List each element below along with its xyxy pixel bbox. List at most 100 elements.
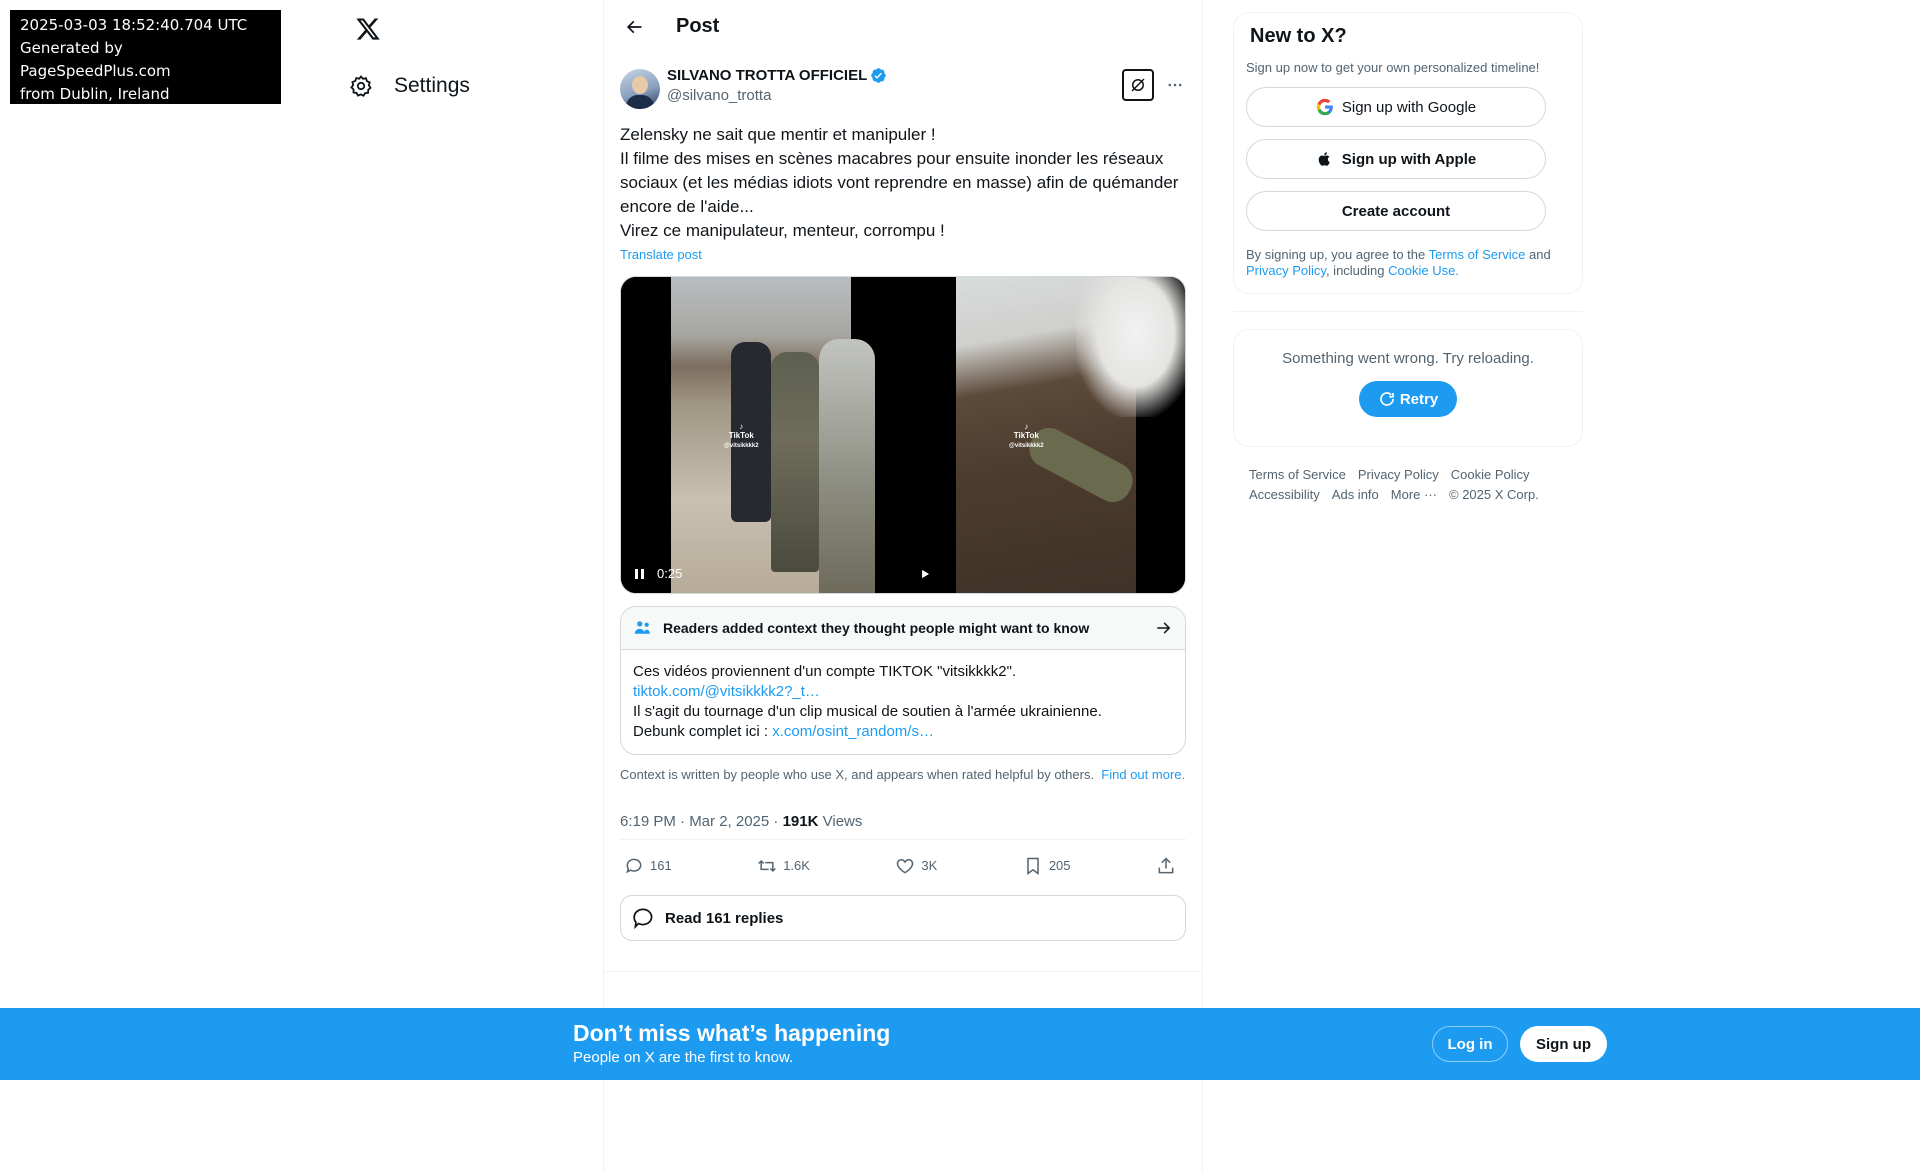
stamp-location: from Dublin, Ireland <box>20 85 170 103</box>
like-button[interactable]: 3K <box>895 856 937 876</box>
tiktok-handle: @vitsikkkk2 <box>724 443 759 449</box>
video-player-1[interactable]: ♪ TikTok @vitsikkkk2 0:25 <box>621 277 902 593</box>
google-icon <box>1316 98 1334 116</box>
context-text: Context is written by people who use X, … <box>620 767 1095 782</box>
bookmark-count: 205 <box>1048 858 1071 873</box>
arrow-right-icon[interactable] <box>1155 619 1173 637</box>
signup-button[interactable]: Sign up <box>1520 1026 1607 1062</box>
bookmark-icon <box>1023 856 1043 876</box>
stamp-generator: Generated by PageSpeedPlus.com <box>20 39 171 80</box>
footer-link[interactable]: More ··· <box>1391 485 1437 505</box>
grok-icon <box>1131 78 1145 92</box>
author-display-name: SILVANO TROTTA OFFICIEL <box>667 67 868 84</box>
grok-button[interactable] <box>1122 69 1154 101</box>
note-link-debunk[interactable]: x.com/osint_random/s… <box>772 723 934 740</box>
find-out-more-link[interactable]: Find out more. <box>1101 767 1185 782</box>
x-logo-icon[interactable] <box>348 12 388 46</box>
share-button[interactable] <box>1156 856 1182 876</box>
note-line-2: Il s'agit du tournage d'un clip musical … <box>633 703 1102 720</box>
speech-bubble-icon <box>631 905 657 931</box>
post-media: ♪ TikTok @vitsikkkk2 0:25 ♪ TikTok @vitsikkk… <box>620 276 1186 594</box>
footer-links: Terms of Service Privacy Policy Cookie P… <box>1233 465 1563 505</box>
post-date[interactable]: 6:19 PM · Mar 2, 2025 <box>620 813 769 830</box>
note-link-tiktok[interactable]: tiktok.com/@vitsikkkk2?_t… <box>633 683 820 700</box>
note-line-3: Debunk complet ici : <box>633 723 773 740</box>
apple-signup-label: Sign up with Apple <box>1341 150 1477 168</box>
main-column: Post SILVANO TROTTA OFFICIEL @silvano_tr… <box>603 0 1203 1172</box>
privacy-link[interactable]: Privacy Policy <box>1246 263 1326 278</box>
right-sidebar: New to X? Sign up now to get your own pe… <box>1233 12 1583 505</box>
post-text: Zelensky ne sait que mentir et manipuler… <box>620 125 1179 240</box>
footer-link[interactable]: Privacy Policy <box>1358 465 1439 485</box>
google-signup-button[interactable]: Sign up with Google <box>1246 87 1546 127</box>
gear-icon <box>348 73 374 99</box>
read-replies-button[interactable]: Read 161 replies <box>620 895 1186 941</box>
author-name[interactable]: SILVANO TROTTA OFFICIEL <box>667 67 887 84</box>
more-options-button[interactable] <box>1164 74 1186 96</box>
context-disclaimer: Context is written by people who use X, … <box>620 767 1186 783</box>
footer-link[interactable]: Cookie Policy <box>1451 465 1530 485</box>
more-horizontal-icon <box>1168 83 1182 87</box>
footer-link[interactable]: Ads info <box>1332 485 1379 505</box>
login-button[interactable]: Log in <box>1432 1026 1508 1062</box>
repost-button[interactable]: 1.6K <box>757 856 810 876</box>
bookmark-button[interactable]: 205 <box>1023 856 1071 876</box>
terms-link[interactable]: Terms of Service <box>1429 247 1526 262</box>
footer-link[interactable]: Terms of Service <box>1249 465 1346 485</box>
community-notes-header[interactable]: Readers added context they thought peopl… <box>621 607 1185 650</box>
footer-link[interactable]: Accessibility <box>1249 485 1320 505</box>
legal-including: , including <box>1325 263 1389 278</box>
video-player-2[interactable]: ♪ TikTok @vitsikkkk2 <box>904 277 1185 593</box>
legal-prefix: By signing up, you agree to the <box>1246 247 1429 262</box>
translate-post-link[interactable]: Translate post <box>620 247 702 262</box>
repost-icon <box>757 856 777 876</box>
sidebar-divider <box>1233 311 1583 312</box>
like-count: 3K <box>921 858 938 873</box>
reply-icon <box>624 856 644 876</box>
retry-button[interactable]: Retry <box>1359 381 1457 417</box>
post-header: Post <box>604 0 1202 53</box>
google-signup-label: Sign up with Google <box>1341 98 1477 116</box>
video-duration: 0:25 <box>657 566 683 581</box>
pause-icon[interactable] <box>635 568 647 580</box>
settings-label: Settings <box>394 74 470 97</box>
settings-link[interactable]: Settings <box>348 66 470 106</box>
refresh-icon <box>1378 390 1396 408</box>
tiktok-brand: TikTok <box>1013 431 1039 440</box>
tiktok-watermark: ♪ TikTok @vitsikkkk2 <box>724 422 759 449</box>
post-timestamp: 6:19 PM · Mar 2, 2025 · 191K Views <box>620 813 1186 833</box>
views-label: Views <box>822 813 863 830</box>
tiktok-watermark: ♪ TikTok @vitsikkkk2 <box>1009 422 1044 449</box>
community-notes-title: Readers added context they thought peopl… <box>663 620 1090 636</box>
error-card: Something went wrong. Try reloading. Ret… <box>1233 329 1583 447</box>
video-controls: 0:25 <box>635 566 682 581</box>
cookie-link[interactable]: Cookie Use. <box>1388 263 1459 278</box>
avatar[interactable] <box>620 69 660 109</box>
video-frame: ♪ TikTok @vitsikkkk2 <box>671 277 875 593</box>
signup-banner: Don’t miss what’s happening People on X … <box>0 1008 1920 1080</box>
tiktok-brand: TikTok <box>728 431 754 440</box>
stamp-timestamp: 2025-03-03 18:52:40.704 UTC <box>20 16 248 34</box>
author-handle[interactable]: @silvano_trotta <box>667 87 887 104</box>
tiktok-handle: @vitsikkkk2 <box>1009 443 1044 449</box>
copyright: © 2025 X Corp. <box>1449 487 1539 502</box>
back-button[interactable] <box>616 9 652 45</box>
video-frame: ♪ TikTok @vitsikkkk2 <box>956 277 1185 593</box>
reply-button[interactable]: 161 <box>624 856 672 876</box>
play-icon[interactable] <box>918 567 932 581</box>
create-account-button[interactable]: Create account <box>1246 191 1546 231</box>
retry-label: Retry <box>1399 390 1439 408</box>
apple-signup-button[interactable]: Sign up with Apple <box>1246 139 1546 179</box>
post: SILVANO TROTTA OFFICIEL @silvano_trotta … <box>604 53 1202 941</box>
reply-count: 161 <box>650 858 672 873</box>
people-icon <box>633 618 653 638</box>
create-account-label: Create account <box>1341 202 1451 220</box>
banner-subline: People on X are the first to know. <box>573 1049 794 1066</box>
legal-and: and <box>1525 247 1551 262</box>
note-line-1: Ces vidéos proviennent d'un compte TIKTO… <box>633 663 1017 680</box>
separator-dot: · <box>773 813 779 830</box>
verified-badge-icon <box>870 67 887 84</box>
post-author: SILVANO TROTTA OFFICIEL @silvano_trotta <box>620 65 1186 109</box>
engagement-bar: 161 1.6K 3K 205 <box>620 839 1186 891</box>
apple-icon <box>1316 150 1334 168</box>
